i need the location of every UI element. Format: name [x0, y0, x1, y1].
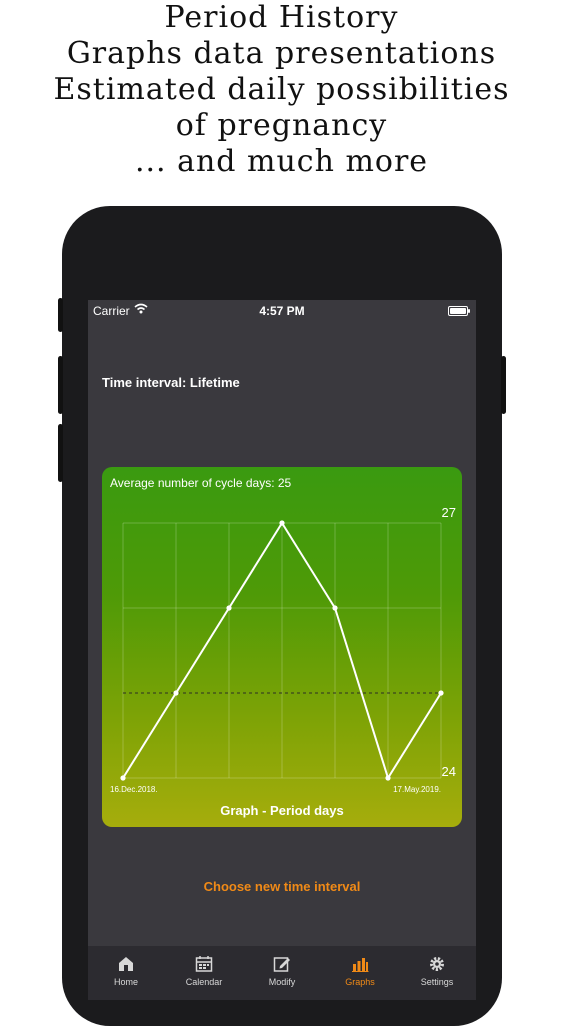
status-time: 4:57 PM	[259, 304, 305, 318]
tab-modify[interactable]: Modify	[247, 954, 317, 987]
x-axis-start-label: 16.Dec.2018.	[110, 785, 158, 794]
tab-home[interactable]: Home	[91, 954, 161, 987]
data-point	[173, 690, 179, 696]
time-interval-label: Time interval: Lifetime	[102, 375, 240, 390]
tab-graphs-label: Graphs	[345, 977, 375, 987]
bar-chart-icon	[352, 958, 369, 972]
data-point	[332, 605, 338, 611]
tab-modify-label: Modify	[268, 977, 296, 987]
choose-time-interval-button[interactable]: Choose new time interval	[88, 879, 476, 894]
promo-line-4: of pregnancy	[175, 108, 388, 143]
period-days-chart: 27 24 16.Dec.2018. 17.May.2019.	[110, 505, 456, 794]
tab-settings-label: Settings	[420, 977, 454, 987]
power-button	[501, 356, 506, 414]
tab-bar: Home Calendar Modify Graphs Settings	[88, 946, 476, 1000]
tab-calendar[interactable]: Calendar	[169, 954, 239, 987]
volume-down-button	[58, 424, 63, 482]
data-point	[385, 775, 391, 781]
mute-switch	[58, 298, 63, 332]
home-icon	[119, 957, 133, 971]
y-axis-max-label: 27	[442, 505, 456, 520]
data-point	[279, 520, 285, 526]
promo-line-5: ... and much more	[134, 144, 429, 179]
gear-icon	[430, 957, 444, 971]
graph-title: Graph - Period days	[220, 803, 344, 818]
app-screen: Carrier 4:57 PM Time interval: Lifetime …	[88, 300, 476, 1000]
tab-calendar-label: Calendar	[185, 977, 223, 987]
edit-icon	[273, 957, 290, 972]
data-point	[438, 690, 444, 696]
promo-line-2: Graphs data presentations	[66, 36, 497, 71]
calendar-icon	[195, 956, 213, 972]
tab-home-label: Home	[113, 977, 138, 987]
volume-up-button	[58, 356, 63, 414]
graph-card: Average number of cycle days: 25 27 24 16.…	[102, 467, 462, 827]
y-axis-min-label: 24	[442, 764, 456, 779]
tab-settings[interactable]: Settings	[402, 954, 472, 987]
status-bar: Carrier 4:57 PM	[88, 300, 476, 322]
promo-text: Period History Graphs data presentations…	[0, 0, 563, 180]
x-axis-end-label: 17.May.2019.	[393, 785, 441, 794]
data-point	[120, 775, 126, 781]
battery-icon	[448, 306, 470, 316]
promo-line-1: Period History	[164, 0, 399, 35]
promo-line-3: Estimated daily possibilities	[53, 72, 510, 107]
tab-graphs[interactable]: Graphs	[325, 954, 395, 987]
data-point	[226, 605, 232, 611]
